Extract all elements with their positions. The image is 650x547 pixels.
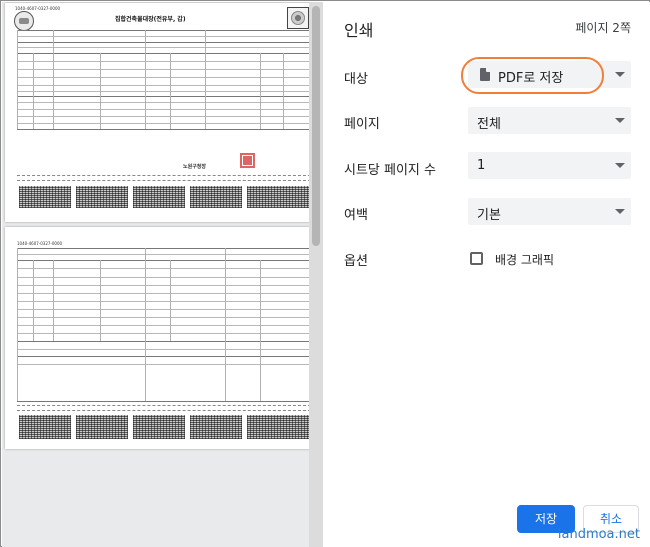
print-dialog: 1040-4607-0327-0000 집합건축물대장(전유부, 갑) 노원구청… [0,0,650,547]
watermark-text: landmoa.net [557,527,640,542]
margins-value: 기본 [477,208,501,223]
preview-scrollbar[interactable] [309,2,323,547]
form-number: 1040-4607-0327-0000 [17,241,63,246]
barcode-block [247,415,309,439]
pages-per-sheet-value: 1 [477,158,486,173]
margins-label: 여백 [344,208,368,223]
print-preview[interactable]: 1040-4607-0327-0000 집합건축물대장(전유부, 갑) 노원구청… [2,2,323,547]
barcode-block [19,415,71,439]
seal-icon [14,11,34,31]
barcode-block [133,415,185,439]
preview-scrollbar-thumb[interactable] [312,6,320,246]
barcode-block [190,415,242,439]
official-stamp-icon [240,153,255,168]
annotation-highlight [461,57,604,94]
chevron-down-icon [615,118,625,123]
pages-per-sheet-select[interactable]: 1 [468,152,631,179]
dialog-title: 인쇄 [344,21,374,40]
chevron-down-icon [615,163,625,168]
destination-label: 대상 [344,72,368,87]
chevron-down-icon [615,209,625,214]
page-count: 페이지 2쪽 [575,21,631,35]
barcode-block [19,186,71,208]
pages-value: 전체 [477,117,501,132]
pages-label: 페이지 [344,117,380,132]
issuing-authority: 노원구청장 [183,164,207,170]
chevron-down-icon [615,72,625,77]
barcode-block [76,415,128,439]
background-graphics-checkbox[interactable] [470,252,483,265]
pages-select[interactable]: 전체 [468,107,631,134]
document-title: 집합건축물대장(전유부, 갑) [115,16,186,23]
preview-page-1: 1040-4607-0327-0000 집합건축물대장(전유부, 갑) 노원구청… [5,3,321,222]
barcode-block [190,186,242,208]
barcode-block [247,186,309,208]
emblem-icon [287,7,309,29]
pages-per-sheet-label: 시트당 페이지 수 [344,163,436,178]
background-graphics-label[interactable]: 배경 그래픽 [495,251,554,268]
preview-page-2: 1040-4607-0327-0000 [5,227,321,449]
barcode-block [133,186,185,208]
margins-select[interactable]: 기본 [468,198,631,225]
barcode-block [76,186,128,208]
print-settings-panel: 인쇄 페이지 2쪽 대상 PDF로 저장 페이지 전체 시트당 페이지 수 1 … [323,2,650,547]
options-label: 옵션 [344,254,368,269]
